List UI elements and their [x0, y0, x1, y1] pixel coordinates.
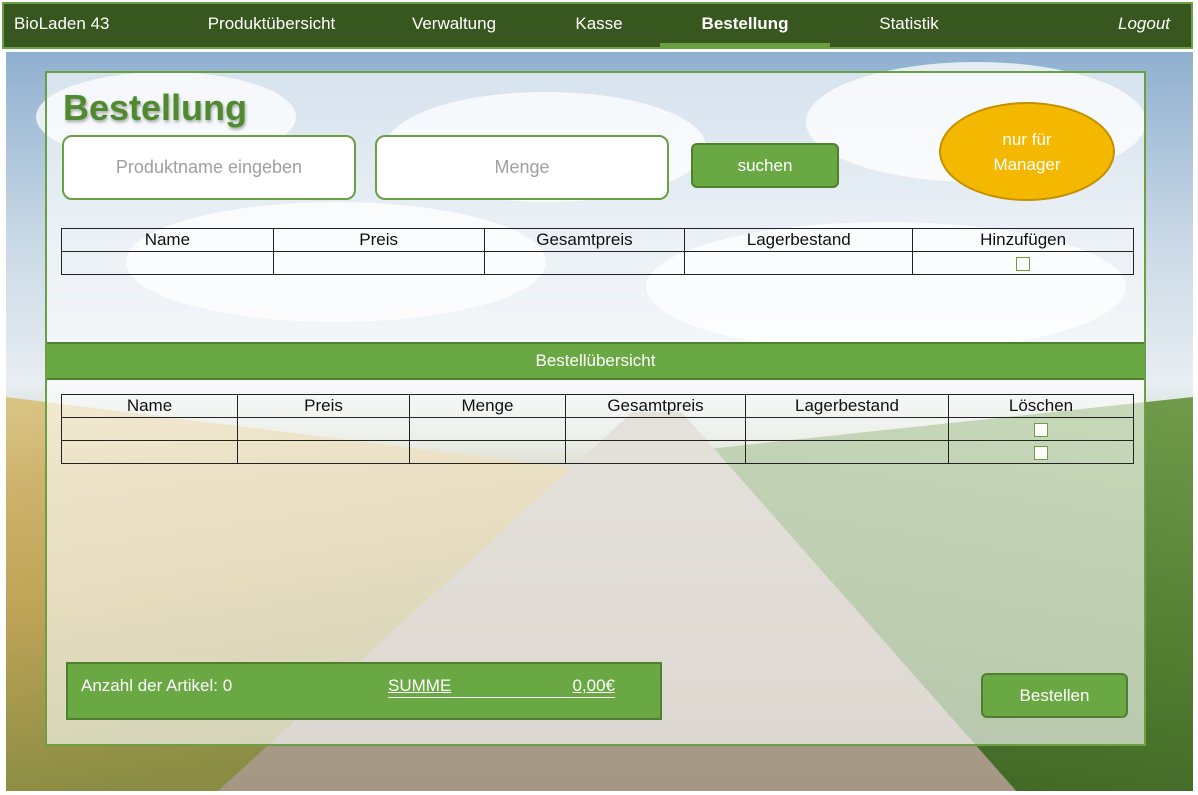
table-cell [483, 251, 686, 275]
table-cell [684, 251, 914, 275]
table-row [61, 417, 1134, 441]
table-header-row: Name Preis Gesamtpreis Lagerbestand Hinz… [61, 228, 1134, 252]
logout-link[interactable]: Logout [1104, 4, 1184, 47]
table-cell [237, 417, 410, 441]
order-overview-header: Bestellübersicht [47, 342, 1144, 380]
order-summary-box: Anzahl der Artikel: 0 SUMME 0,00€ [66, 662, 662, 720]
column-header-menge: Menge [409, 394, 566, 418]
product-name-input[interactable] [62, 135, 356, 200]
column-header-preis: Preis [237, 394, 410, 418]
nav-item-statistik[interactable]: Statistik [854, 4, 964, 47]
sum-value: 0,00€ [572, 676, 615, 695]
page-title: Bestellung [63, 87, 248, 128]
table-row [61, 440, 1134, 464]
table-cell [745, 440, 949, 464]
delete-checkbox[interactable] [1034, 422, 1048, 437]
table-cell [912, 251, 1134, 275]
table-cell [409, 417, 566, 441]
table-cell [948, 417, 1134, 441]
add-checkbox[interactable] [1016, 256, 1031, 271]
brand-logo[interactable]: BioLaden 43 [14, 4, 124, 47]
search-button[interactable]: suchen [691, 143, 839, 188]
column-header-lagerbestand: Lagerbestand [745, 394, 949, 418]
nav-item-produktuebersicht[interactable]: Produktübersicht [189, 4, 354, 47]
table-cell [948, 440, 1134, 464]
column-header-loeschen: Löschen [948, 394, 1134, 418]
table-cell [272, 251, 485, 275]
column-header-name: Name [61, 394, 238, 418]
manager-only-badge: nur für Manager [939, 102, 1115, 201]
nav-item-bestellung[interactable]: Bestellung [660, 4, 830, 47]
table-row [61, 251, 1134, 275]
table-cell [745, 417, 949, 441]
quantity-input[interactable] [375, 135, 669, 200]
column-header-name: Name [61, 228, 274, 252]
search-results-table: Name Preis Gesamtpreis Lagerbestand Hinz… [61, 228, 1134, 275]
column-header-gesamtpreis: Gesamtpreis [565, 394, 746, 418]
table-header-row: Name Preis Menge Gesamtpreis Lagerbestan… [61, 394, 1134, 418]
column-header-lagerbestand: Lagerbestand [684, 228, 914, 252]
article-count: Anzahl der Artikel: 0 [81, 676, 233, 695]
column-header-hinzufuegen: Hinzufügen [912, 228, 1134, 252]
nav-item-verwaltung[interactable]: Verwaltung [389, 4, 519, 47]
order-button[interactable]: Bestellen [981, 673, 1128, 718]
manager-badge-line1: nur für [1002, 129, 1052, 149]
column-header-gesamtpreis: Gesamtpreis [483, 228, 686, 252]
column-header-preis: Preis [272, 228, 485, 252]
table-cell [409, 440, 566, 464]
table-cell [565, 440, 746, 464]
sum-underline [388, 697, 615, 698]
order-overview-table: Name Preis Menge Gesamtpreis Lagerbestan… [61, 394, 1134, 464]
table-cell [565, 417, 746, 441]
delete-checkbox[interactable] [1034, 445, 1048, 460]
table-cell [61, 417, 238, 441]
table-cell [237, 440, 410, 464]
manager-badge-line2: Manager [993, 154, 1061, 174]
nav-item-kasse[interactable]: Kasse [549, 4, 649, 47]
table-cell [61, 251, 274, 275]
order-panel: Bestellung suchen nur für Manager Name P… [45, 71, 1146, 746]
table-cell [61, 440, 238, 464]
top-nav-bar: BioLaden 43 Produktübersicht Verwaltung … [2, 2, 1193, 49]
